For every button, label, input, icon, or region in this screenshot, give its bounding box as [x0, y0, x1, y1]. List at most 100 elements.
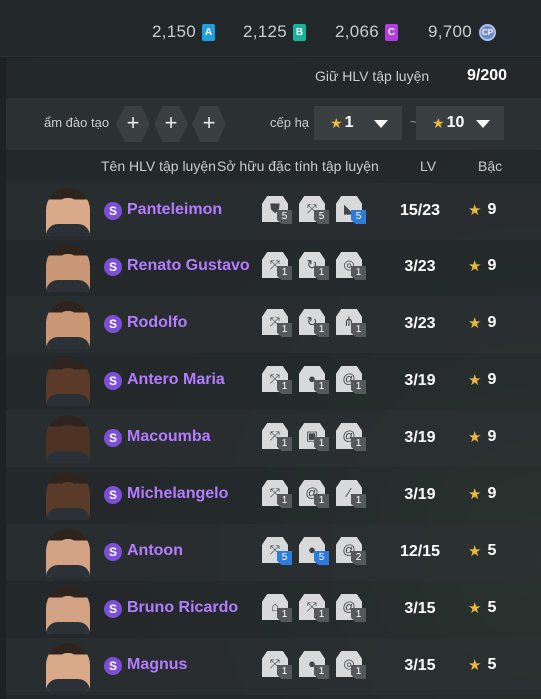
coach-row[interactable]: S Rodolfo ⤧ 1 ↻ 1 ⋔ 1 3/23 ★ 9 — [6, 296, 541, 353]
trait-level: 1 — [351, 380, 366, 394]
coach-row[interactable]: S Michelangelo ⤧ 1 @1 ⁄ 1 3/19 ★ 9 — [6, 467, 541, 524]
trait-arrows-icon[interactable]: ⤧ 1 — [262, 480, 294, 510]
rarity-badge-icon: S — [104, 486, 122, 504]
star-icon: ★ — [330, 114, 343, 131]
trait-swirl-icon[interactable]: @1 — [336, 594, 368, 624]
portrait-shoulders — [46, 337, 90, 349]
add-slot-button-1[interactable]: + — [116, 106, 150, 142]
trait-arrows-icon[interactable]: ⤧ 1 — [299, 594, 331, 624]
trait-level: 1 — [351, 494, 366, 508]
currency-a: 2,150 A — [152, 20, 216, 44]
portrait-shoulders — [46, 451, 90, 463]
add-slot-button-2[interactable]: + — [154, 106, 188, 142]
currency-cp-value: 9,700 — [428, 22, 473, 41]
trait-ball-icon[interactable]: ● 1 — [299, 366, 331, 396]
trait-curve-icon[interactable]: ↻ 1 — [299, 252, 331, 282]
trait-ball-icon[interactable]: ● 5 — [299, 537, 331, 567]
trait-curve-icon[interactable]: ↻ 1 — [299, 309, 331, 339]
capacity-label: Giữ HLV tập luyện — [315, 68, 430, 84]
trait-level: 1 — [277, 266, 292, 280]
rank-filter-label: cếp hạ — [270, 115, 310, 130]
header-traits[interactable]: Sở hữu đặc tính tập luyện — [217, 158, 379, 174]
trait-arrows-icon[interactable]: ⤧ 1 — [262, 366, 294, 396]
currency-cp: 9,700 CP — [428, 20, 497, 44]
header-grade[interactable]: Bậc — [478, 158, 502, 174]
rank-to-select[interactable]: ★ 10 — [416, 106, 504, 140]
trait-boot-icon[interactable]: ◣ 5 — [336, 196, 368, 226]
coach-name: Panteleimon — [127, 201, 223, 218]
coach-name: Rodolfo — [127, 314, 188, 331]
add-slot-button-3[interactable]: + — [192, 106, 226, 142]
coach-level: 3/23 — [404, 315, 436, 332]
header-lv[interactable]: LV — [420, 158, 436, 174]
trait-swirl-icon[interactable]: @1 — [336, 423, 368, 453]
coach-grade: ★ 9 — [468, 201, 496, 219]
trait-claw-icon[interactable]: ⋔ 1 — [336, 309, 368, 339]
trait-level: 5 — [314, 210, 329, 224]
coach-grade-value: 9 — [487, 371, 497, 388]
coach-portrait — [46, 586, 90, 634]
rank-from-select[interactable]: ★ 1 — [314, 106, 402, 140]
portrait-shoulders — [46, 394, 90, 406]
rarity-badge-icon: S — [104, 543, 122, 561]
portrait-face — [58, 482, 78, 508]
trait-wand-icon[interactable]: ⁄ 1 — [336, 480, 368, 510]
coach-row[interactable]: S Magnus ⤧ 1 ● 1 ◎ 1 3/15 ★ 5 — [6, 638, 541, 695]
currency-a-value: 2,150 — [152, 22, 197, 41]
trait-ball-icon[interactable]: ● 1 — [299, 651, 331, 681]
star-icon: ★ — [468, 258, 482, 275]
coach-grade: ★ 9 — [468, 485, 496, 503]
coach-grade-value: 9 — [487, 257, 497, 274]
trait-shield-icon[interactable]: ⛊ 5 — [262, 196, 294, 226]
trait-arrows-icon[interactable]: ⤧ 1 — [262, 309, 294, 339]
coach-name: Macoumba — [127, 428, 211, 445]
trait-swirl-icon[interactable]: @1 — [299, 480, 331, 510]
trait-target-icon[interactable]: ◎ 1 — [336, 252, 368, 282]
currency-a-icon: A — [202, 23, 216, 41]
coach-row[interactable]: S Antoon ⤧ 5 ● 5 @2 12/15 ★ 5 — [6, 524, 541, 581]
coach-grade-value: 9 — [487, 201, 497, 218]
coach-portrait — [46, 301, 90, 349]
star-icon: ★ — [432, 114, 445, 131]
trait-goal-icon[interactable]: ⌂ 1 — [262, 594, 294, 624]
portrait-face — [58, 653, 78, 679]
currency-c-icon: C — [385, 23, 399, 41]
coach-name: Antero Maria — [127, 371, 225, 388]
coach-row[interactable]: S Antero Maria ⤧ 1 ● 1 @1 3/19 ★ 9 — [6, 353, 541, 410]
trait-swirl-icon[interactable]: @2 — [336, 537, 368, 567]
coach-grade-value: 5 — [487, 656, 497, 673]
coach-grade-value: 9 — [487, 314, 497, 331]
trait-arrows-icon[interactable]: ⤧ 1 — [262, 423, 294, 453]
rank-from-value: 1 — [344, 114, 354, 131]
coach-grade: ★ 5 — [468, 542, 496, 560]
trait-level: 1 — [351, 266, 366, 280]
currency-c: 2,066 C — [335, 20, 399, 44]
coach-grade: ★ 9 — [468, 257, 496, 275]
portrait-face — [58, 254, 78, 280]
coach-level: 3/15 — [404, 657, 436, 674]
trait-level: 1 — [314, 323, 329, 337]
rarity-badge-icon: S — [104, 657, 122, 675]
star-icon: ★ — [468, 372, 482, 389]
coach-name: Michelangelo — [127, 485, 229, 502]
coach-portrait — [46, 643, 90, 691]
trait-target-icon[interactable]: ◎ 1 — [336, 651, 368, 681]
trait-arrows-icon[interactable]: ⤧ 5 — [299, 196, 331, 226]
star-icon: ★ — [468, 429, 482, 446]
trait-level: 1 — [277, 494, 292, 508]
coach-row[interactable]: S Renato Gustavo ⤧ 1 ↻ 1 ◎ 1 3/23 ★ 9 — [6, 239, 541, 296]
coach-row[interactable]: S Bruno Ricardo ⌂ 1 ⤧ 1 @1 3/15 ★ 5 — [6, 581, 541, 638]
coach-grade: ★ 9 — [468, 314, 496, 332]
coach-row[interactable]: S Panteleimon ⛊ 5 ⤧ 5 ◣ 5 15/23 ★ 9 — [6, 183, 541, 240]
trait-arrows-icon[interactable]: ⤧ 1 — [262, 651, 294, 681]
coach-portrait — [46, 358, 90, 406]
trait-arrows-icon[interactable]: ⤧ 1 — [262, 252, 294, 282]
trait-arrows-icon[interactable]: ⤧ 5 — [262, 537, 294, 567]
trait-level: 1 — [314, 266, 329, 280]
header-name[interactable]: Tên HLV tập luyện — [101, 158, 216, 174]
trait-swirl-icon[interactable]: @1 — [336, 366, 368, 396]
coach-row[interactable]: S Macoumba ⤧ 1 ▣ 1 @1 3/19 ★ 9 — [6, 410, 541, 467]
coach-level: 12/15 — [399, 543, 441, 560]
coach-level: 3/19 — [404, 486, 436, 503]
trait-lock-icon[interactable]: ▣ 1 — [299, 423, 331, 453]
